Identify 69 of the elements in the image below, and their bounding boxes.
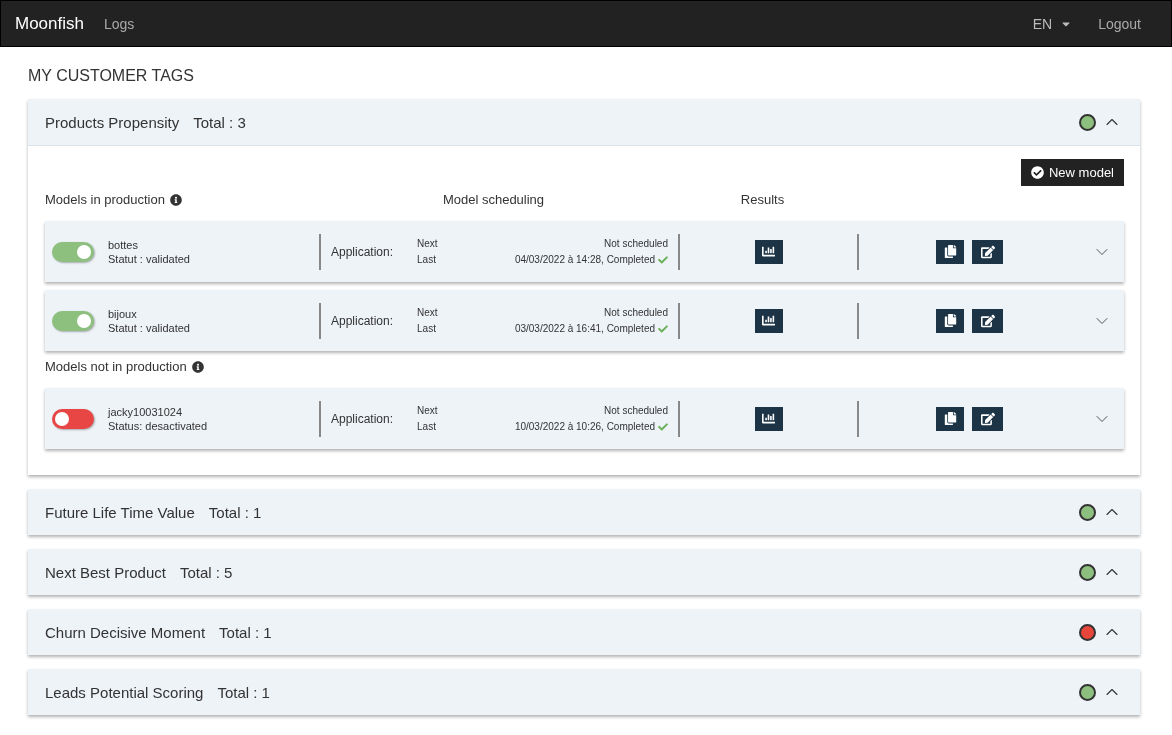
language-dropdown[interactable]: EN bbox=[1032, 15, 1073, 32]
model-name: bijoux bbox=[108, 307, 138, 320]
tag-name: Future Life Time Value bbox=[45, 503, 195, 521]
new-model-button[interactable]: New model bbox=[1020, 159, 1124, 186]
tag-total: Total : 3 bbox=[193, 113, 246, 131]
copy-icon bbox=[943, 412, 957, 425]
toggle-switch[interactable] bbox=[52, 408, 94, 429]
edit-button[interactable] bbox=[972, 308, 1003, 333]
application-label: Application: bbox=[331, 244, 394, 259]
edit-button[interactable] bbox=[972, 406, 1003, 431]
bar-chart-icon bbox=[762, 245, 775, 258]
next-value: Not scheduled bbox=[604, 307, 668, 318]
tag-name: Churn Decisive Moment bbox=[45, 623, 206, 641]
info-icon bbox=[191, 360, 204, 373]
copy-icon bbox=[943, 314, 957, 327]
brand-logo[interactable]: Moonfish bbox=[15, 13, 84, 34]
model-name: bottes bbox=[108, 238, 139, 251]
next-value: Not scheduled bbox=[604, 405, 668, 416]
nav-link[interactable]: Logs bbox=[104, 15, 135, 32]
tag-header[interactable]: Next Best Product Total : 5 bbox=[28, 549, 1140, 595]
tag-total: Total : 1 bbox=[219, 623, 272, 641]
last-label: Last bbox=[417, 421, 437, 432]
edit-icon bbox=[980, 244, 995, 259]
logout-link[interactable]: Logout bbox=[1098, 15, 1141, 32]
tag-header[interactable]: Products Propensity Total : 3 bbox=[28, 99, 1140, 146]
application-label: Application: bbox=[331, 411, 394, 426]
application-label: Application: bbox=[331, 313, 394, 328]
tag-header[interactable]: Churn Decisive Moment Total : 1 bbox=[28, 609, 1140, 655]
column-header: Model scheduling bbox=[442, 192, 545, 207]
copy-button[interactable] bbox=[936, 239, 964, 264]
copy-button[interactable] bbox=[936, 308, 964, 333]
last-label: Last bbox=[417, 323, 437, 334]
edit-icon bbox=[980, 313, 995, 328]
page-title: MY CUSTOMER TAGS bbox=[28, 67, 195, 85]
next-label: Next bbox=[417, 405, 438, 416]
chart-button[interactable] bbox=[754, 308, 783, 333]
group-title: Models in production bbox=[45, 192, 165, 207]
model-status: Statut : validated bbox=[108, 252, 190, 265]
tag-header[interactable]: Leads Potential Scoring Total : 1 bbox=[28, 669, 1140, 715]
chart-button[interactable] bbox=[754, 239, 783, 264]
toggle-switch[interactable] bbox=[52, 241, 94, 262]
tag-name: Products Propensity bbox=[45, 113, 180, 131]
bar-chart-icon bbox=[762, 314, 775, 327]
edit-icon bbox=[980, 411, 995, 426]
tag-header[interactable]: Future Life Time Value Total : 1 bbox=[28, 489, 1140, 535]
copy-button[interactable] bbox=[936, 406, 964, 431]
group-title: Models not in production bbox=[45, 359, 187, 374]
tag-total: Total : 1 bbox=[208, 503, 262, 521]
column-header: Results bbox=[740, 192, 785, 207]
toggle-switch[interactable] bbox=[52, 310, 94, 331]
model-status: Status: desactivated bbox=[108, 419, 208, 432]
next-label: Next bbox=[417, 238, 438, 249]
model-status: Statut : validated bbox=[108, 321, 190, 334]
info-icon bbox=[169, 193, 182, 206]
next-label: Next bbox=[417, 307, 438, 318]
tag-name: Leads Potential Scoring bbox=[45, 683, 204, 701]
copy-icon bbox=[943, 245, 957, 258]
last-value: 03/03/2022 à 16:41, Completed bbox=[514, 323, 655, 334]
bar-chart-icon bbox=[762, 412, 775, 425]
tag-total: Total : 5 bbox=[179, 563, 233, 581]
chart-button[interactable] bbox=[754, 406, 783, 431]
tag-total: Total : 1 bbox=[217, 683, 270, 701]
model-name: jacky10031024 bbox=[108, 405, 183, 418]
last-value: 10/03/2022 à 10:26, Completed bbox=[514, 421, 655, 432]
edit-button[interactable] bbox=[972, 239, 1003, 264]
last-label: Last bbox=[417, 254, 437, 265]
next-value: Not scheduled bbox=[604, 238, 668, 249]
last-value: 04/03/2022 à 14:28, Completed bbox=[514, 254, 655, 265]
tag-name: Next Best Product bbox=[45, 563, 166, 581]
